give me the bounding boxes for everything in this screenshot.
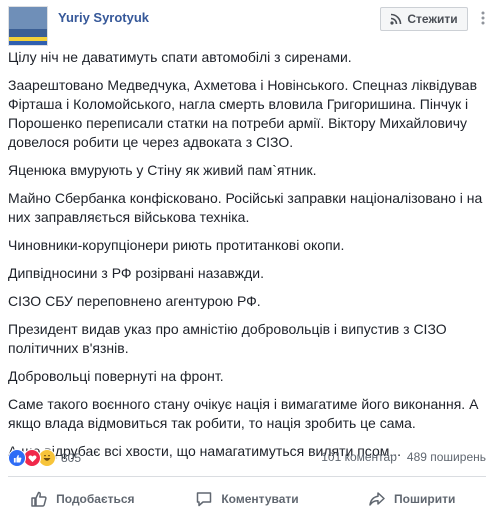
share-icon	[368, 490, 386, 508]
like-reaction-icon	[8, 449, 26, 467]
post-body: Цілу ніч не даватимуть спати автомобілі …	[8, 48, 488, 470]
post-header: Yuriy Syrotyuk Стежити	[0, 0, 494, 48]
thumbs-up-icon	[30, 490, 48, 508]
share-button[interactable]: Поширити	[329, 484, 494, 514]
post-paragraph: Добровольці повернуті на фронт.	[8, 368, 224, 384]
post-paragraph: Президент видав указ про амністію добров…	[8, 321, 447, 356]
facebook-post: Yuriy Syrotyuk Стежити Цілу ніч не дават…	[0, 0, 494, 517]
post-paragraph: Заарештовано Медведчука, Ахметова і Нові…	[8, 77, 478, 150]
author-name[interactable]: Yuriy Syrotyuk	[58, 10, 149, 25]
post-stats: 101 коментар 489 поширень	[321, 450, 486, 464]
post-paragraph: Цілу ніч не даватимуть спати автомобілі …	[8, 49, 352, 65]
follow-button[interactable]: Стежити	[380, 7, 468, 31]
post-paragraph: СІЗО СБУ переповнено агентурою РФ.	[8, 293, 261, 309]
follow-button-label: Стежити	[407, 12, 458, 26]
comment-count[interactable]: 101 коментар	[321, 450, 397, 464]
like-button-label: Подобається	[56, 492, 135, 506]
post-paragraph: Дипвідносини з РФ розірвані назавжди.	[8, 265, 265, 281]
post-footer: 805 101 коментар 489 поширень	[0, 441, 494, 471]
avatar[interactable]	[8, 6, 48, 46]
share-button-label: Поширити	[394, 492, 456, 506]
like-button[interactable]: Подобається	[0, 484, 165, 514]
footer-divider	[8, 476, 486, 477]
share-count[interactable]: 489 поширень	[407, 450, 486, 464]
reactions-summary[interactable]: 805	[8, 449, 81, 467]
more-options-icon[interactable]	[476, 6, 490, 30]
comment-button-label: Коментувати	[221, 492, 299, 506]
post-paragraph: Саме такого воєнного стану очікує нація …	[8, 396, 479, 431]
post-paragraph: Яценюка вмурують у Стіну як живий пам`ят…	[8, 162, 317, 178]
rss-icon	[390, 13, 402, 25]
comment-button[interactable]: Коментувати	[165, 484, 330, 514]
post-paragraph: Майно Сбербанка конфісковано. Російські …	[8, 190, 483, 225]
post-actions: Подобається Коментувати Поширити	[0, 484, 494, 514]
reaction-count: 805	[61, 451, 82, 465]
post-paragraph: Чиновники-корупціонери риють протитанков…	[8, 237, 345, 253]
comment-icon	[195, 490, 213, 508]
